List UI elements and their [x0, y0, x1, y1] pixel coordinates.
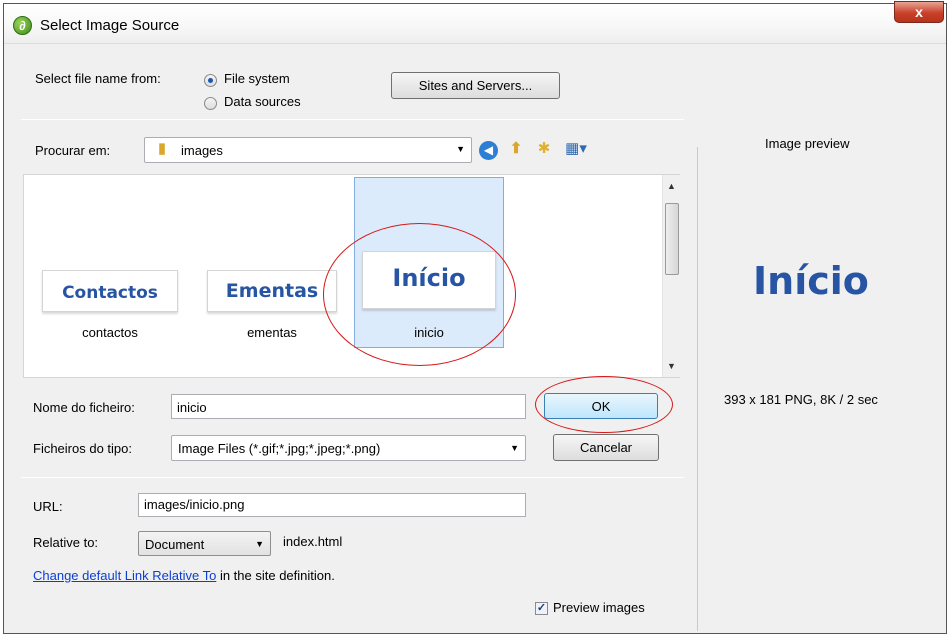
filetype-label: Ficheiros do tipo:: [33, 441, 132, 456]
close-button[interactable]: x: [894, 1, 944, 23]
scroll-up-icon[interactable]: ▲: [667, 181, 676, 191]
chevron-down-icon: ▼: [255, 539, 264, 549]
view-menu-icon[interactable]: ▦▾: [563, 140, 589, 158]
preview-divider: [697, 147, 698, 631]
link-line-rest: in the site definition.: [216, 568, 335, 583]
title-bar[interactable]: ∂ Select Image Source x: [4, 1, 946, 44]
preview-title: Image preview: [765, 136, 850, 151]
dialog-content: Select file name from: File system Data …: [11, 47, 941, 631]
select-image-source-dialog: ∂ Select Image Source x Select file name…: [3, 1, 947, 634]
filetype-value: Image Files (*.gif;*.jpg;*.jpeg;*.png): [178, 441, 381, 456]
link-relative-line: Change default Link Relative To in the s…: [33, 568, 335, 583]
sites-and-servers-button[interactable]: Sites and Servers...: [391, 72, 560, 99]
relative-file: index.html: [283, 534, 343, 549]
data-sources-label[interactable]: Data sources: [224, 94, 301, 109]
up-folder-icon[interactable]: ⬆: [507, 140, 525, 158]
relative-to-dropdown[interactable]: Document ▼: [138, 531, 271, 556]
preview-images-checkbox[interactable]: ✓: [535, 602, 548, 615]
source-label: Select file name from:: [35, 71, 161, 86]
scrollbar-thumb[interactable]: [665, 203, 679, 275]
preview-image: Início: [753, 259, 869, 303]
filename-input[interactable]: inicio: [171, 394, 526, 419]
look-in-label: Procurar em:: [35, 143, 111, 158]
look-in-folder: images: [181, 143, 223, 158]
relative-to-value: Document: [145, 537, 205, 552]
cancel-button[interactable]: Cancelar: [553, 434, 659, 461]
filename-label: Nome do ficheiro:: [33, 400, 135, 415]
change-link-relative-link[interactable]: Change default Link Relative To: [33, 568, 216, 583]
divider: [21, 119, 684, 120]
thumbnail: Ementas: [207, 270, 337, 312]
url-input[interactable]: images/inicio.png: [138, 493, 526, 517]
divider: [21, 477, 684, 478]
thumbnail-text: Contactos: [62, 283, 158, 303]
file-system-label[interactable]: File system: [224, 71, 290, 86]
file-name: contactos: [82, 325, 138, 340]
data-sources-radio[interactable]: [204, 97, 217, 110]
back-icon[interactable]: ◀: [479, 141, 498, 160]
filetype-dropdown[interactable]: Image Files (*.gif;*.jpg;*.jpeg;*.png) ▼: [171, 435, 526, 461]
file-name: ementas: [247, 325, 297, 340]
url-label: URL:: [33, 499, 63, 514]
thumbnail-text: Ementas: [225, 280, 319, 302]
annotation-circle-ok-button: [535, 376, 673, 433]
chevron-down-icon: ▼: [456, 144, 465, 154]
folder-icon: ▮: [157, 140, 167, 157]
annotation-circle-selected-file: [323, 223, 516, 366]
scroll-down-icon[interactable]: ▼: [667, 361, 676, 371]
file-system-radio[interactable]: [204, 74, 217, 87]
chevron-down-icon: ▼: [510, 443, 519, 453]
new-folder-icon[interactable]: ✱: [535, 140, 553, 158]
preview-info: 393 x 181 PNG, 8K / 2 sec: [724, 392, 878, 407]
thumbnail: Contactos: [42, 270, 178, 312]
relative-to-label: Relative to:: [33, 535, 99, 550]
look-in-dropdown[interactable]: ▮ images ▼: [144, 137, 472, 163]
dreamweaver-app-icon: ∂: [13, 16, 32, 35]
file-list-scrollbar[interactable]: ▲ ▼: [662, 175, 680, 377]
window-title: Select Image Source: [40, 17, 180, 34]
preview-images-label[interactable]: Preview images: [553, 600, 645, 615]
